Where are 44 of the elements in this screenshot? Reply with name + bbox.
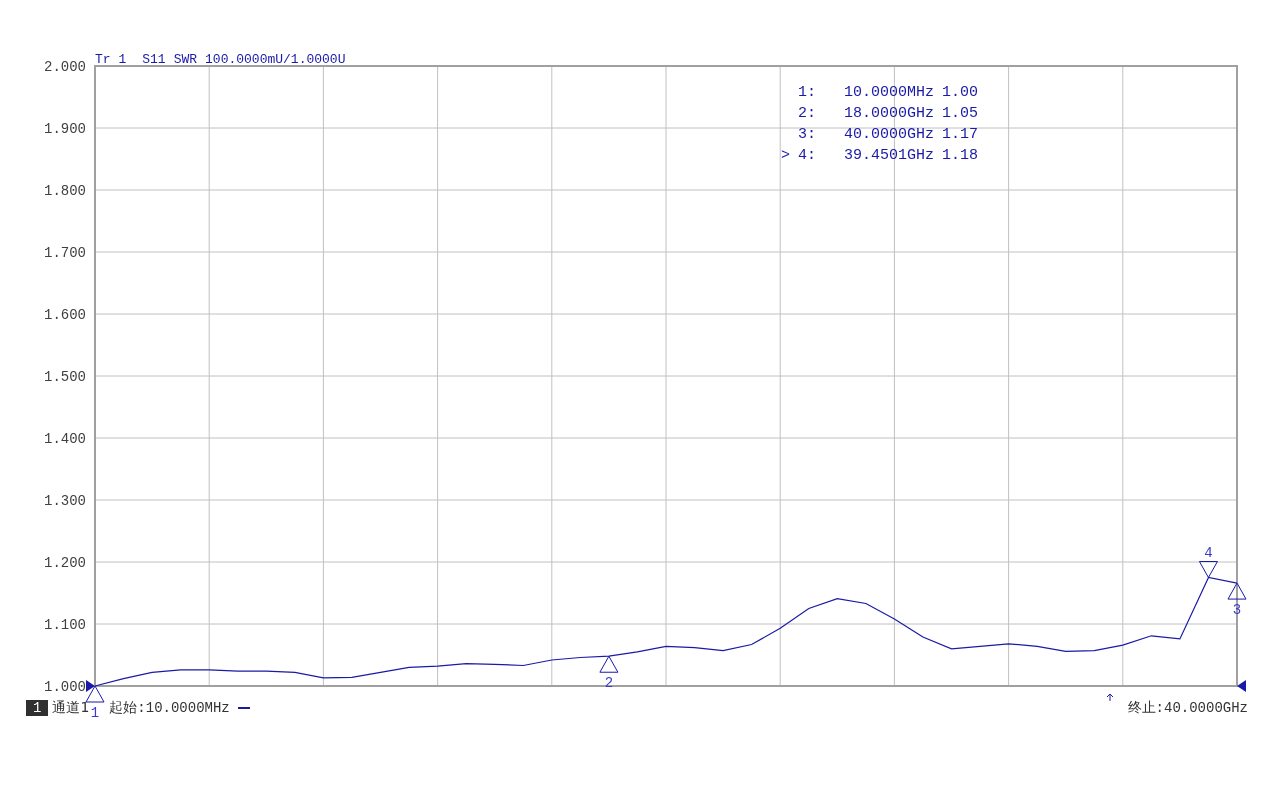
format-label: SWR <box>173 52 198 67</box>
marker-index: 2: <box>798 105 816 122</box>
marker-index: 4: <box>798 147 816 164</box>
y-axis-label: 1.600 <box>44 307 86 323</box>
y-axis-label: 1.700 <box>44 245 86 261</box>
marker-triangle-icon <box>1198 561 1218 578</box>
y-axis-label: 1.900 <box>44 121 86 137</box>
y-axis-label: 1.800 <box>44 183 86 199</box>
y-axis-label: 1.400 <box>44 431 86 447</box>
y-axis-label: 1.200 <box>44 555 86 571</box>
marker-number: 4 <box>1204 544 1213 561</box>
marker-triangle-icon <box>85 685 105 703</box>
scale-label: 100.0000mU/1.0000U <box>205 52 346 67</box>
marker-frequency: 40.0000GHz <box>844 126 934 143</box>
marker-number: 3 <box>1232 602 1242 619</box>
marker-value: 1.18 <box>942 147 978 164</box>
marker-triangle-icon <box>1227 582 1247 600</box>
channel-label: 通道1 <box>52 699 90 717</box>
y-axis-label: 2.000 <box>44 59 86 75</box>
reference-level-icon <box>1237 680 1246 692</box>
marker-value: 1.05 <box>942 105 978 122</box>
marker-triangle-icon <box>599 655 619 673</box>
start-frequency: 起始:10.0000MHz <box>109 699 230 717</box>
stop-frequency: 终止:40.0000GHz <box>1127 699 1248 717</box>
marker-value: 1.17 <box>942 126 978 143</box>
marker-frequency: 39.4501GHz <box>844 147 934 164</box>
marker-index: 3: <box>798 126 816 143</box>
channel-number-badge: 1 <box>26 700 49 716</box>
y-axis-label: 1.100 <box>44 617 86 633</box>
marker-index: 1: <box>798 84 816 101</box>
parameter-label: S11 <box>142 52 166 67</box>
y-axis-label: 1.300 <box>44 493 86 509</box>
marker-value: 1.00 <box>942 84 978 101</box>
marker-number: 2 <box>604 675 614 692</box>
y-axis-label: 1.500 <box>44 369 86 385</box>
marker-frequency: 10.0000MHz <box>844 84 934 101</box>
trace-label: Tr 1 <box>95 52 127 67</box>
marker-number: 1 <box>90 705 100 721</box>
reference-level-icon <box>86 680 95 692</box>
y-axis-label: 1.000 <box>44 679 86 695</box>
active-marker-pointer: > <box>781 147 790 164</box>
arrow-up-icon <box>1106 693 1114 702</box>
marker-frequency: 18.0000GHz <box>844 105 934 122</box>
trace-legend-icon <box>237 706 250 710</box>
